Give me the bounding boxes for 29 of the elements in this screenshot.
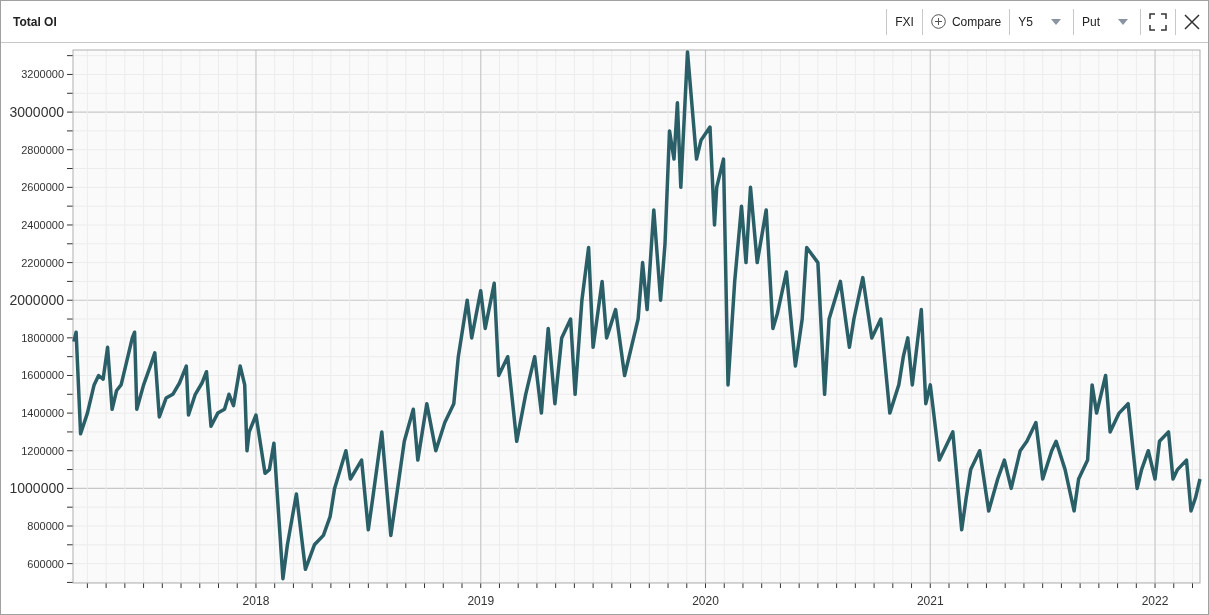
fullscreen-icon — [1149, 12, 1167, 31]
y-axis-label: 1000000 — [9, 480, 64, 497]
y-axis-label: 2200000 — [21, 256, 64, 269]
y-axis-label: 2000000 — [9, 292, 64, 309]
dropdown[interactable]: Y5 — [1010, 1, 1073, 42]
y-axis-label: 2600000 — [21, 181, 64, 194]
compare-button[interactable]: Compare — [922, 1, 1010, 42]
x-axis-label: 2019 — [467, 594, 495, 608]
y-axis-label: 800000 — [27, 520, 64, 532]
x-axis-label: 2021 — [916, 594, 944, 608]
y-axis-label: 600000 — [27, 557, 64, 570]
chart-title: Total OI — [12, 13, 58, 31]
x-axis-label: 2018 — [242, 594, 270, 608]
y-axis-label: 3000000 — [9, 104, 64, 121]
y-axis-label: 3200000 — [21, 68, 64, 81]
y-axis-label: 2400000 — [21, 218, 64, 231]
dropdown[interactable]: Put — [1074, 1, 1140, 42]
y-axis-label: 1600000 — [21, 369, 64, 382]
x-axis-label: 2022 — [1141, 594, 1169, 608]
caret-icon — [1118, 18, 1128, 25]
close-icon — [1184, 13, 1200, 30]
caret-icon — [1051, 18, 1061, 25]
y-axis-label: 1200000 — [21, 444, 64, 457]
y-axis-label: 1400000 — [21, 407, 64, 420]
symbol-button[interactable]: FXI — [887, 1, 922, 42]
plus-circle-icon — [930, 14, 946, 29]
y-axis-label: 1800000 — [21, 331, 64, 344]
x-axis-label: 2020 — [692, 594, 719, 608]
y-axis-label: 2800000 — [21, 143, 64, 156]
